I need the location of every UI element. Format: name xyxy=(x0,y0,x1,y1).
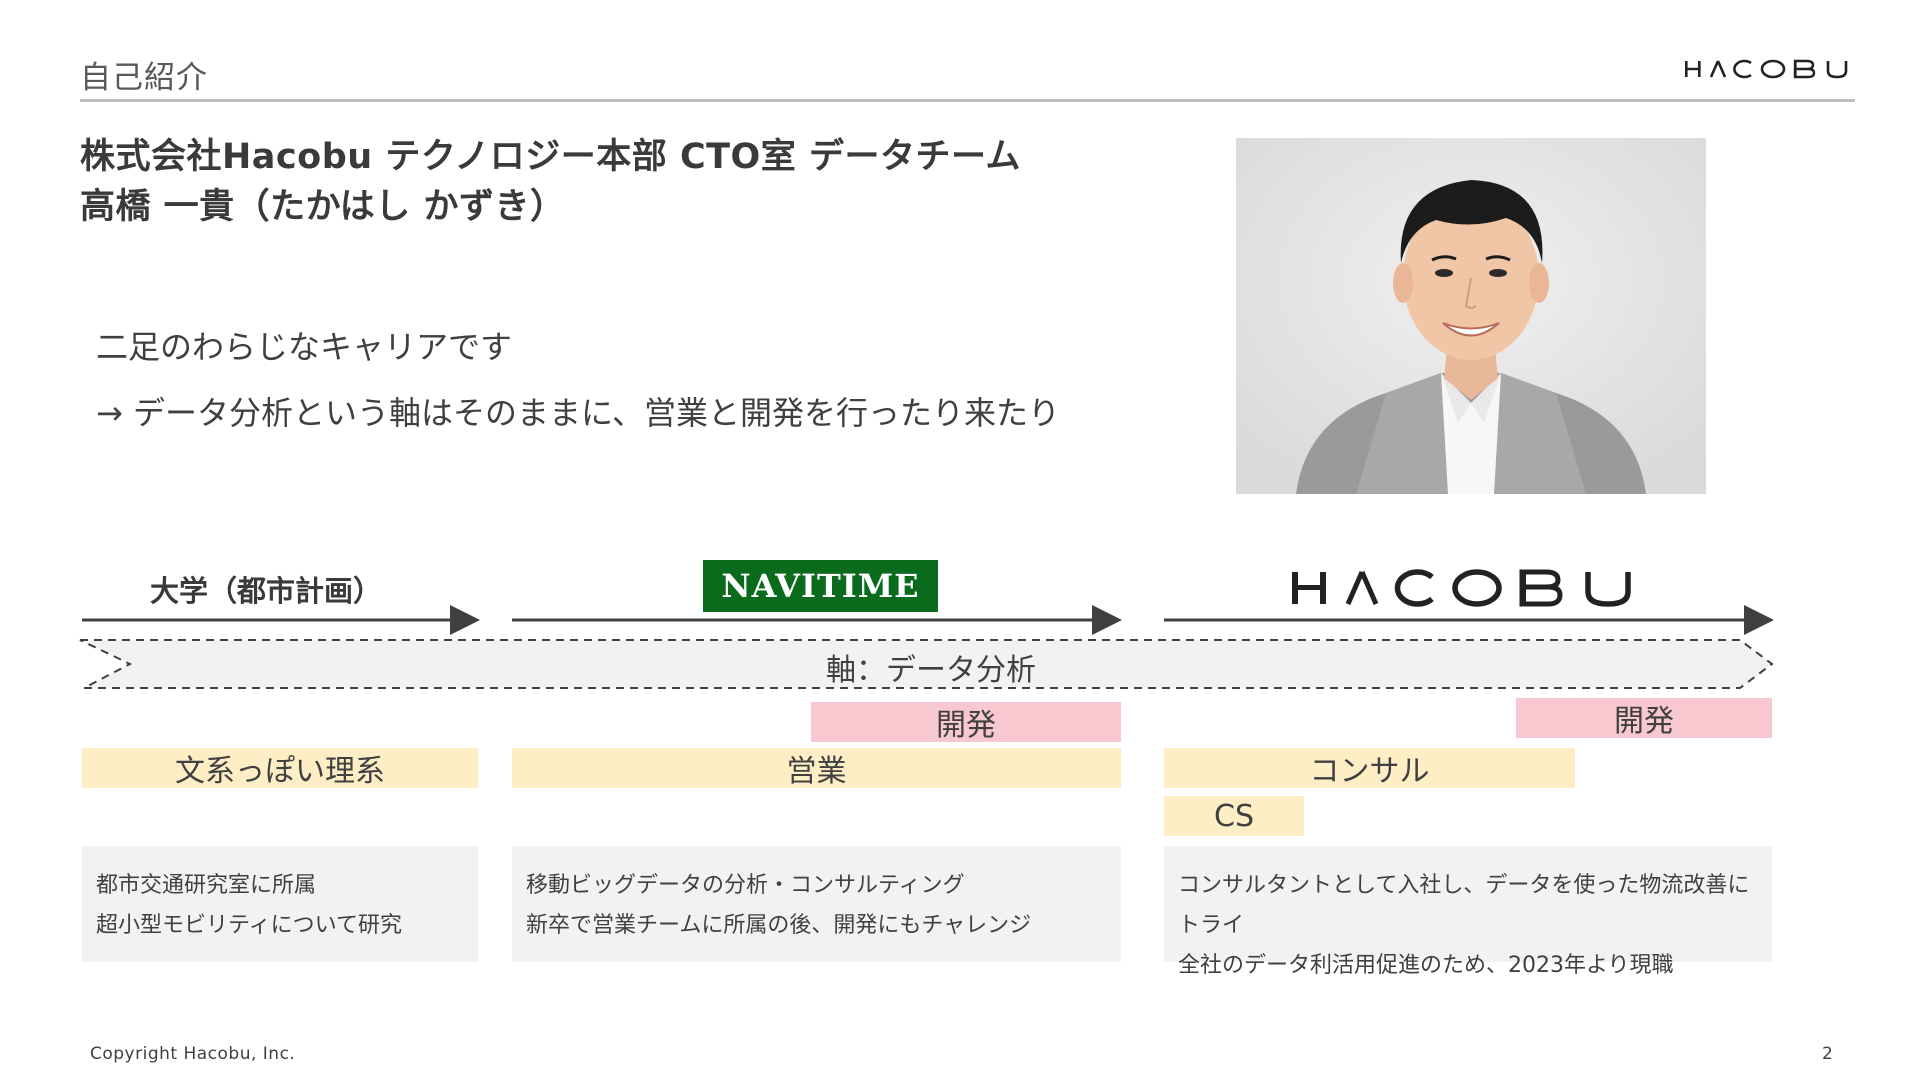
copyright-notice: Copyright Hacobu, Inc. xyxy=(90,1044,296,1064)
stage-university-label: 大学（都市計画） xyxy=(150,574,383,608)
university-description-line2: 超小型モビリティについて研究 xyxy=(96,913,403,938)
hacobu-description-line2: 全社のデータ利活用促進のため、2023年より現職 xyxy=(1178,953,1674,978)
navitime-description: 移動ビッグデータの分析・コンサルティング 新卒で営業チームに所属の後、開発にもチ… xyxy=(512,846,1121,962)
hacobu-cs-bar: CS xyxy=(1164,796,1304,836)
axis-label: 軸：データ分析 xyxy=(826,653,1036,688)
hacobu-description-line1: コンサルタントとして入社し、データを使った物流改善にトライ xyxy=(1178,873,1750,938)
navitime-description-line2: 新卒で営業チームに所属の後、開発にもチャレンジ xyxy=(526,913,1032,938)
hacobu-timeline-logo xyxy=(1292,569,1631,607)
navitime-logo: NAVITIME xyxy=(703,560,938,612)
page-number: 2 xyxy=(1822,1044,1833,1064)
university-description-line1: 都市交通研究室に所属 xyxy=(96,873,317,898)
hacobu-description: コンサルタントとして入社し、データを使った物流改善にトライ 全社のデータ利活用促… xyxy=(1164,846,1772,978)
navitime-sales-bar: 営業 xyxy=(512,748,1121,789)
navitime-description-line1: 移動ビッグデータの分析・コンサルティング xyxy=(526,873,965,898)
hacobu-consult-bar: コンサル xyxy=(1164,748,1575,789)
navitime-dev-bar: 開発 xyxy=(811,702,1121,743)
hacobu-dev-bar: 開発 xyxy=(1516,698,1772,739)
university-description: 都市交通研究室に所属 超小型モビリティについて研究 xyxy=(82,846,478,962)
university-role-bar: 文系っぽい理系 xyxy=(82,748,478,789)
